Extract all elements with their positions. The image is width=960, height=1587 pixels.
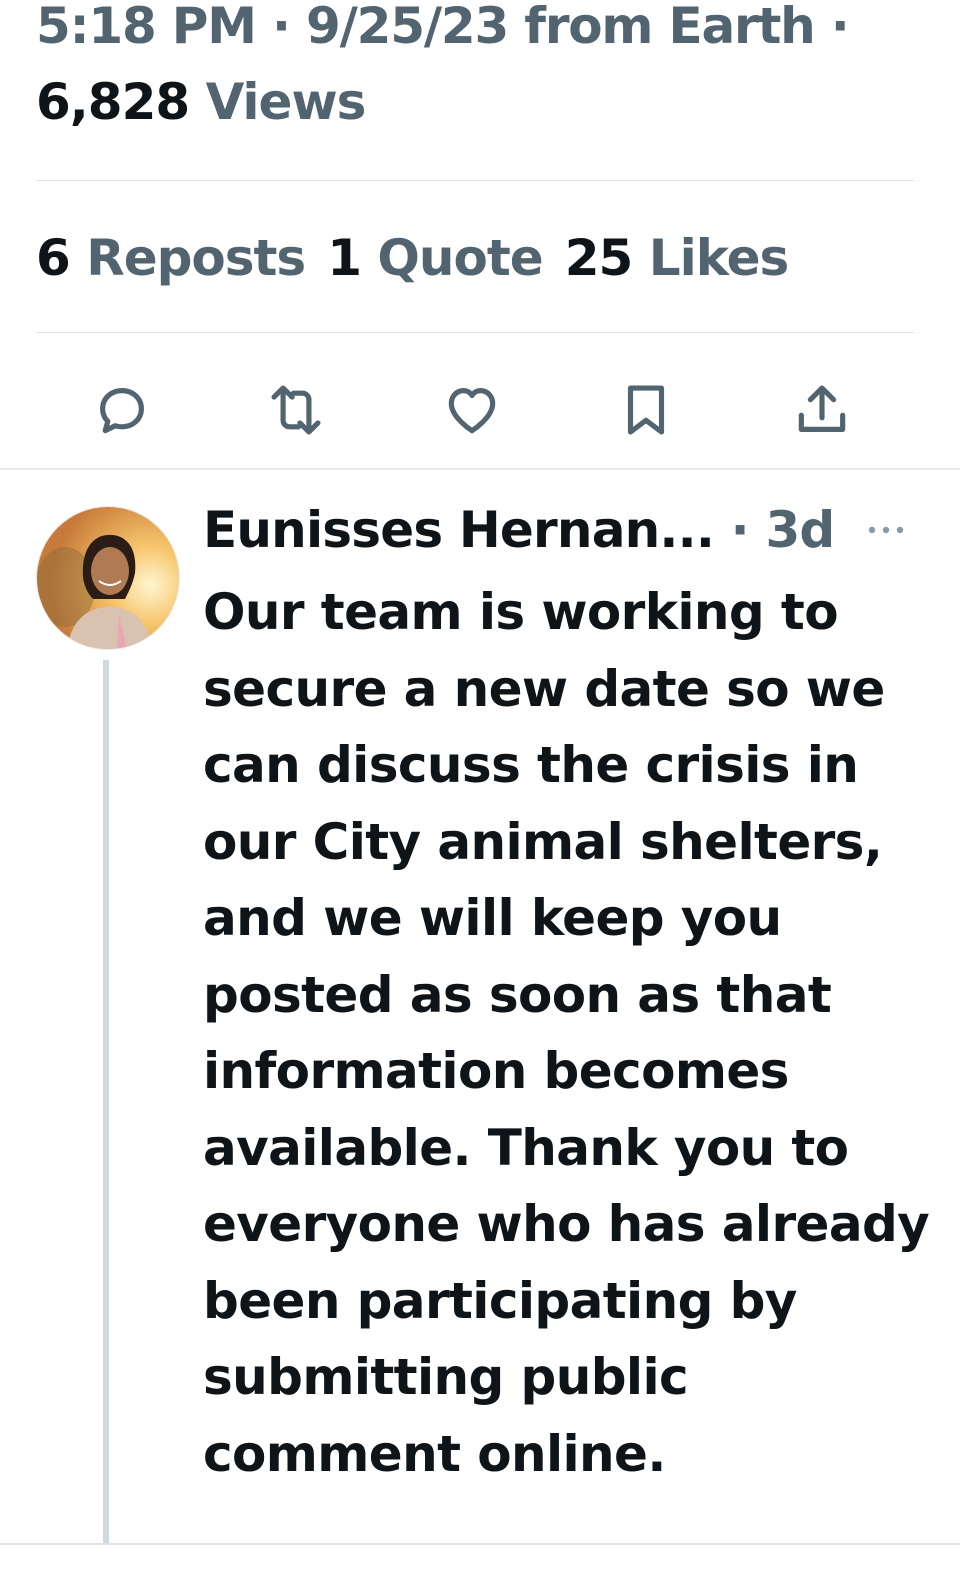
- likes-stat[interactable]: 25 Likes: [564, 226, 790, 290]
- bottom-divider: [0, 1543, 960, 1545]
- reposts-count: 6: [36, 229, 71, 287]
- reposts-stat[interactable]: 6 Reposts: [36, 226, 306, 290]
- thread-line: [103, 660, 109, 1544]
- action-bar: [0, 370, 960, 450]
- author-name[interactable]: Eunisses Hernan...: [203, 501, 715, 559]
- like-icon: [448, 388, 496, 434]
- reply-header: Eunisses Hernan... · 3d: [203, 498, 835, 562]
- quotes-stat[interactable]: 1 Quote: [327, 226, 543, 290]
- section-divider: [0, 468, 960, 470]
- more-icon: [868, 526, 904, 534]
- reposts-label: Reposts: [86, 229, 306, 287]
- quotes-count: 1: [327, 229, 362, 287]
- quotes-label: Quote: [377, 229, 543, 287]
- reply-age[interactable]: 3d: [765, 501, 835, 559]
- repost-button[interactable]: [256, 370, 336, 450]
- divider: [36, 332, 914, 333]
- share-button[interactable]: [782, 370, 862, 450]
- views-label: Views: [205, 73, 367, 131]
- reply-icon: [100, 388, 144, 434]
- tweet-views[interactable]: 6,828 Views: [36, 72, 367, 132]
- divider: [36, 180, 914, 181]
- likes-count: 25: [564, 229, 634, 287]
- more-options-button[interactable]: [862, 512, 910, 548]
- avatar[interactable]: [36, 506, 180, 650]
- header-separator: ·: [714, 501, 766, 559]
- reply-text: Our team is working to secure a new date…: [203, 583, 930, 1483]
- repost-icon: [271, 385, 321, 435]
- bookmark-icon: [627, 385, 665, 435]
- tweet-detail-page: 5:18 PM · 9/25/23 from Earth · 6,828 Vie…: [0, 0, 960, 1587]
- bookmark-button[interactable]: [606, 370, 686, 450]
- reply-button[interactable]: [82, 370, 162, 450]
- like-button[interactable]: [432, 370, 512, 450]
- avatar-image: [37, 507, 179, 649]
- engagement-stats: 6 Reposts 1 Quote 25 Likes: [36, 226, 810, 290]
- views-count: 6,828: [36, 73, 190, 131]
- tweet-timestamp[interactable]: 5:18 PM · 9/25/23 from Earth ·: [36, 0, 850, 56]
- share-icon: [798, 385, 846, 432]
- likes-label: Likes: [648, 229, 790, 287]
